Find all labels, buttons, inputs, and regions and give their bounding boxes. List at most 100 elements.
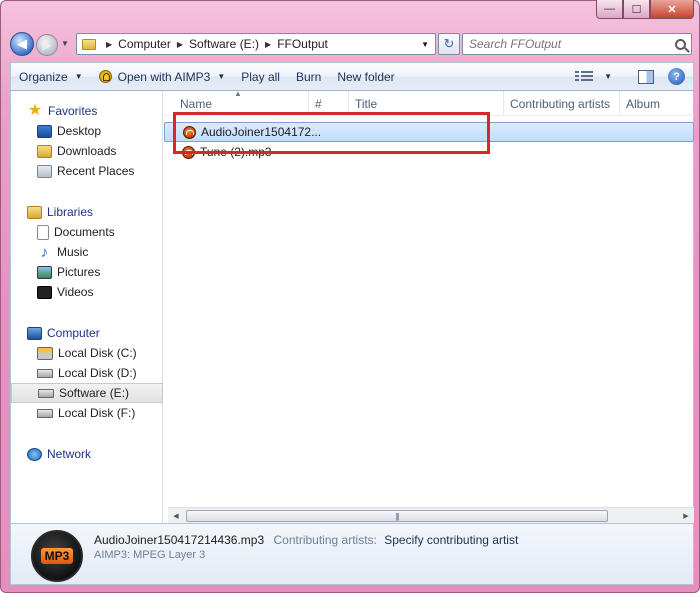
folder-icon [82, 38, 96, 50]
back-button[interactable]: ◀ [10, 32, 34, 56]
mp3-file-icon: MP3 [31, 530, 83, 582]
documents-icon [37, 224, 49, 240]
search-box[interactable] [462, 33, 692, 55]
address-bar[interactable]: ▶ Computer ▶ Software (E:) ▶ FFOutput ▼ [76, 33, 436, 55]
libraries-icon [27, 205, 42, 219]
chevron-right-icon[interactable]: ▶ [106, 40, 112, 49]
nav-music[interactable]: ♪ Music [11, 242, 163, 262]
music-icon: ♪ [40, 243, 49, 261]
scroll-right-icon[interactable]: ▶ [678, 512, 694, 520]
caption-buttons: — ☐ ✕ [596, 0, 694, 20]
nav-label: Recent Places [57, 164, 135, 178]
chevron-right-icon[interactable]: ▶ [265, 40, 271, 49]
search-icon [675, 38, 686, 50]
disk-drive-icon [37, 368, 53, 378]
organize-button[interactable]: Organize ▼ [11, 63, 91, 90]
nav-videos[interactable]: Videos [11, 282, 163, 302]
nav-label: Videos [57, 285, 94, 299]
star-icon: ★ [27, 102, 43, 119]
nav-libraries[interactable]: Libraries [11, 202, 163, 222]
network-group: Network [11, 444, 163, 464]
nav-label: Pictures [57, 265, 101, 279]
nav-network[interactable]: Network [11, 444, 163, 464]
aimp-icon [98, 70, 112, 83]
arrow-left-icon: ◀ [17, 36, 27, 51]
open-with-aimp3-button[interactable]: Open with AIMP3 ▼ [91, 63, 234, 90]
new-folder-button[interactable]: New folder [329, 63, 402, 90]
grip-icon: ||| [395, 511, 399, 521]
details-file-name: AudioJoiner150417214436.mp3 [94, 533, 265, 547]
open-with-label: Open with AIMP3 [117, 69, 211, 84]
change-view-button[interactable]: ▼ [567, 63, 620, 90]
refresh-button[interactable]: ↻ [438, 33, 460, 55]
chevron-down-icon: ▼ [217, 72, 226, 81]
computer-group: Computer Local Disk (C:) Local Disk (D:)… [11, 323, 163, 423]
chevron-right-icon[interactable]: ▶ [177, 40, 183, 49]
sort-ascending-icon: ▲ [234, 89, 242, 98]
nav-label: Music [57, 245, 89, 259]
mp3-icon-label: MP3 [40, 548, 74, 564]
command-toolbar: Organize ▼ Open with AIMP3 ▼ Play all Bu… [10, 62, 694, 91]
address-dropdown-icon[interactable]: ▼ [421, 40, 429, 49]
nav-documents[interactable]: Documents [11, 222, 163, 242]
nav-label: Local Disk (F:) [58, 406, 136, 420]
nav-label: Computer [47, 326, 100, 340]
disk-drive-icon [38, 388, 54, 398]
computer-icon [27, 326, 42, 340]
nav-favorites[interactable]: ★ Favorites [11, 101, 163, 121]
nav-software-e[interactable]: Software (E:) [11, 383, 163, 403]
desktop-icon [37, 124, 52, 138]
downloads-icon [37, 144, 52, 158]
search-input[interactable] [467, 36, 667, 52]
address-row: ◀ ▶ ▼ ▶ Computer ▶ Software (E:) ▶ FFOutput… [10, 31, 694, 57]
nav-label: Desktop [57, 124, 102, 138]
disk-drive-icon [37, 408, 53, 418]
pictures-icon [37, 265, 52, 279]
minimize-button[interactable]: — [596, 0, 623, 19]
nav-desktop[interactable]: Desktop [11, 121, 163, 141]
chevron-down-icon: ▼ [74, 72, 83, 81]
column-contributing-artists[interactable]: Contributing artists [504, 91, 620, 116]
nav-computer[interactable]: Computer [11, 323, 163, 343]
scroll-left-icon[interactable]: ◀ [168, 512, 184, 520]
nav-local-disk-f[interactable]: Local Disk (F:) [11, 403, 163, 423]
nav-local-disk-c[interactable]: Local Disk (C:) [11, 343, 163, 363]
details-artists-value[interactable]: Specify contributing artist [384, 533, 518, 547]
nav-label: Libraries [47, 205, 94, 219]
preview-pane-icon[interactable] [638, 69, 654, 84]
forward-button[interactable]: ▶ [36, 34, 58, 56]
recent-places-icon [37, 164, 52, 178]
nav-recent-places[interactable]: Recent Places [11, 161, 163, 181]
details-artists-label: Contributing artists: [273, 533, 377, 547]
chevron-down-icon: ▼ [604, 72, 612, 81]
breadcrumb-ffoutput[interactable]: FFOutput [277, 37, 328, 51]
breadcrumb-software-e[interactable]: Software (E:) [189, 37, 259, 51]
nav-local-disk-d[interactable]: Local Disk (D:) [11, 363, 163, 383]
breadcrumb-computer[interactable]: Computer [118, 37, 171, 51]
maximize-button[interactable]: ☐ [623, 0, 650, 19]
libraries-group: Libraries Documents ♪ Music Pictures Vide… [11, 202, 163, 302]
file-list-pane: ▲ Name # Title Contributing artists Albu… [164, 89, 694, 523]
content-area: ★ Favorites Desktop Downloads Recent Plac… [10, 89, 694, 523]
nav-downloads[interactable]: Downloads [11, 141, 163, 161]
play-all-button[interactable]: Play all [233, 63, 288, 90]
nav-label: Local Disk (D:) [58, 366, 137, 380]
nav-pictures[interactable]: Pictures [11, 262, 163, 282]
details-pane: MP3 AudioJoiner150417214436.mp3 Contribu… [10, 523, 694, 585]
annotation-highlight-box [173, 112, 490, 154]
nav-label: Software (E:) [59, 386, 130, 400]
close-button[interactable]: ✕ [650, 0, 694, 19]
details-line: AudioJoiner150417214436.mp3 Contributing… [94, 533, 518, 547]
scrollbar-thumb[interactable]: ||| [186, 510, 608, 522]
navigation-pane: ★ Favorites Desktop Downloads Recent Plac… [11, 91, 163, 523]
horizontal-scrollbar[interactable]: ◀ ||| ▶ [168, 507, 694, 523]
organize-label: Organize [19, 69, 68, 84]
nav-label: Local Disk (C:) [58, 346, 137, 360]
recent-pages-dropdown[interactable]: ▼ [61, 39, 69, 48]
nav-label: Downloads [57, 144, 117, 158]
refresh-icon: ↻ [443, 36, 455, 51]
nav-label: Documents [54, 225, 115, 239]
burn-button[interactable]: Burn [288, 63, 329, 90]
help-icon[interactable]: ? [668, 68, 685, 85]
column-album[interactable]: Album [620, 91, 694, 116]
